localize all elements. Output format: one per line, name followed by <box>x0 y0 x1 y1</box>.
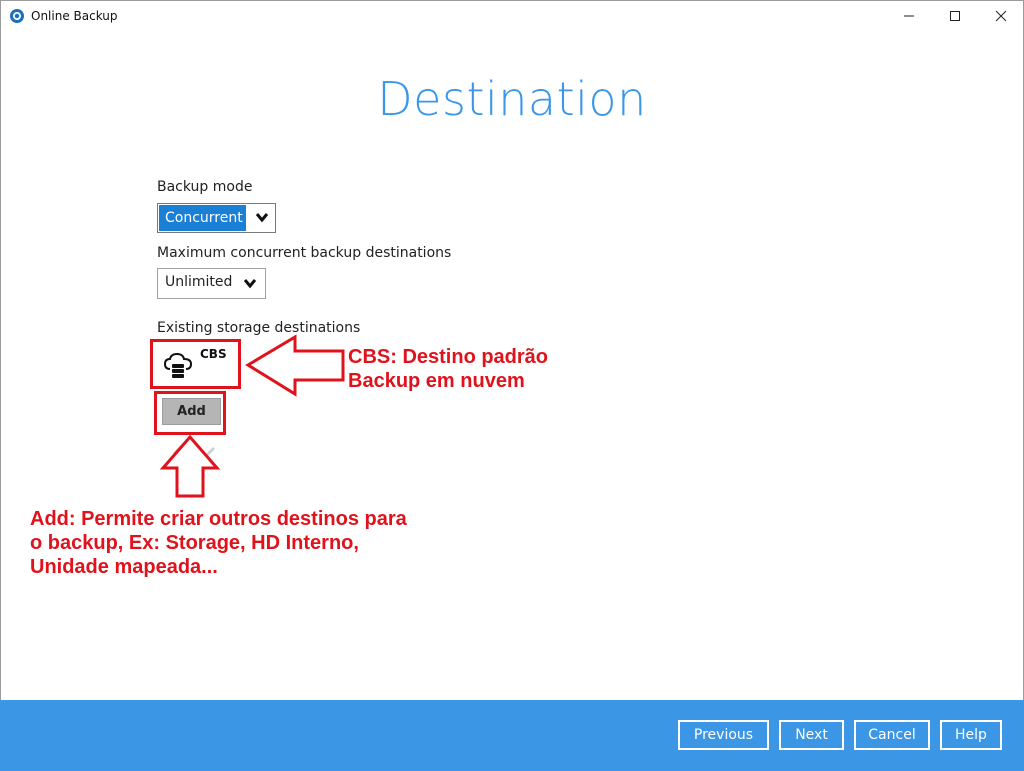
maximize-icon <box>950 11 960 21</box>
close-icon <box>995 10 1007 22</box>
window-title: Online Backup <box>31 9 118 23</box>
annotation-cbs-line2: Backup em nuvem <box>348 370 525 392</box>
minimize-button[interactable] <box>886 0 932 32</box>
annotation-box-add <box>154 391 226 435</box>
annotation-box-cbs <box>150 339 241 389</box>
page-title: Destination <box>377 72 647 126</box>
backup-mode-value: Concurrent <box>159 205 246 231</box>
existing-destinations-label: Existing storage destinations <box>157 320 361 336</box>
arrow-left-to-cbs <box>245 334 345 397</box>
annotation-add-line2: o backup, Ex: Storage, HD Interno, <box>30 532 359 554</box>
chevron-down-icon <box>243 279 257 289</box>
annotation-text-add: Add: Permite criar outros destinos para … <box>30 507 450 579</box>
next-button[interactable]: Next <box>779 720 844 750</box>
close-button[interactable] <box>978 0 1024 32</box>
help-button[interactable]: Help <box>940 720 1002 750</box>
cancel-button[interactable]: Cancel <box>854 720 930 750</box>
max-concurrent-label: Maximum concurrent backup destinations <box>157 245 452 261</box>
backup-mode-label: Backup mode <box>157 179 253 195</box>
minimize-icon <box>904 15 914 17</box>
max-concurrent-select[interactable]: Unlimited <box>157 268 266 299</box>
annotation-add-line1: Add: Permite criar outros destinos para <box>30 508 407 530</box>
annotation-cbs-line1: CBS: Destino padrão <box>348 346 549 368</box>
annotation-text-cbs: CBS: Destino padrão Backup em nuvem <box>348 345 608 393</box>
chevron-down-icon <box>255 213 269 223</box>
annotation-add-line3: Unidade mapeada... <box>30 556 218 578</box>
max-concurrent-value: Unlimited <box>165 274 233 290</box>
previous-button[interactable]: Previous <box>678 720 769 750</box>
title-bar: Online Backup <box>0 0 1024 32</box>
app-logo-icon <box>10 9 24 23</box>
maximize-button[interactable] <box>932 0 978 32</box>
reorder-arrows-icon <box>172 443 216 459</box>
backup-mode-select[interactable]: Concurrent <box>157 203 276 233</box>
